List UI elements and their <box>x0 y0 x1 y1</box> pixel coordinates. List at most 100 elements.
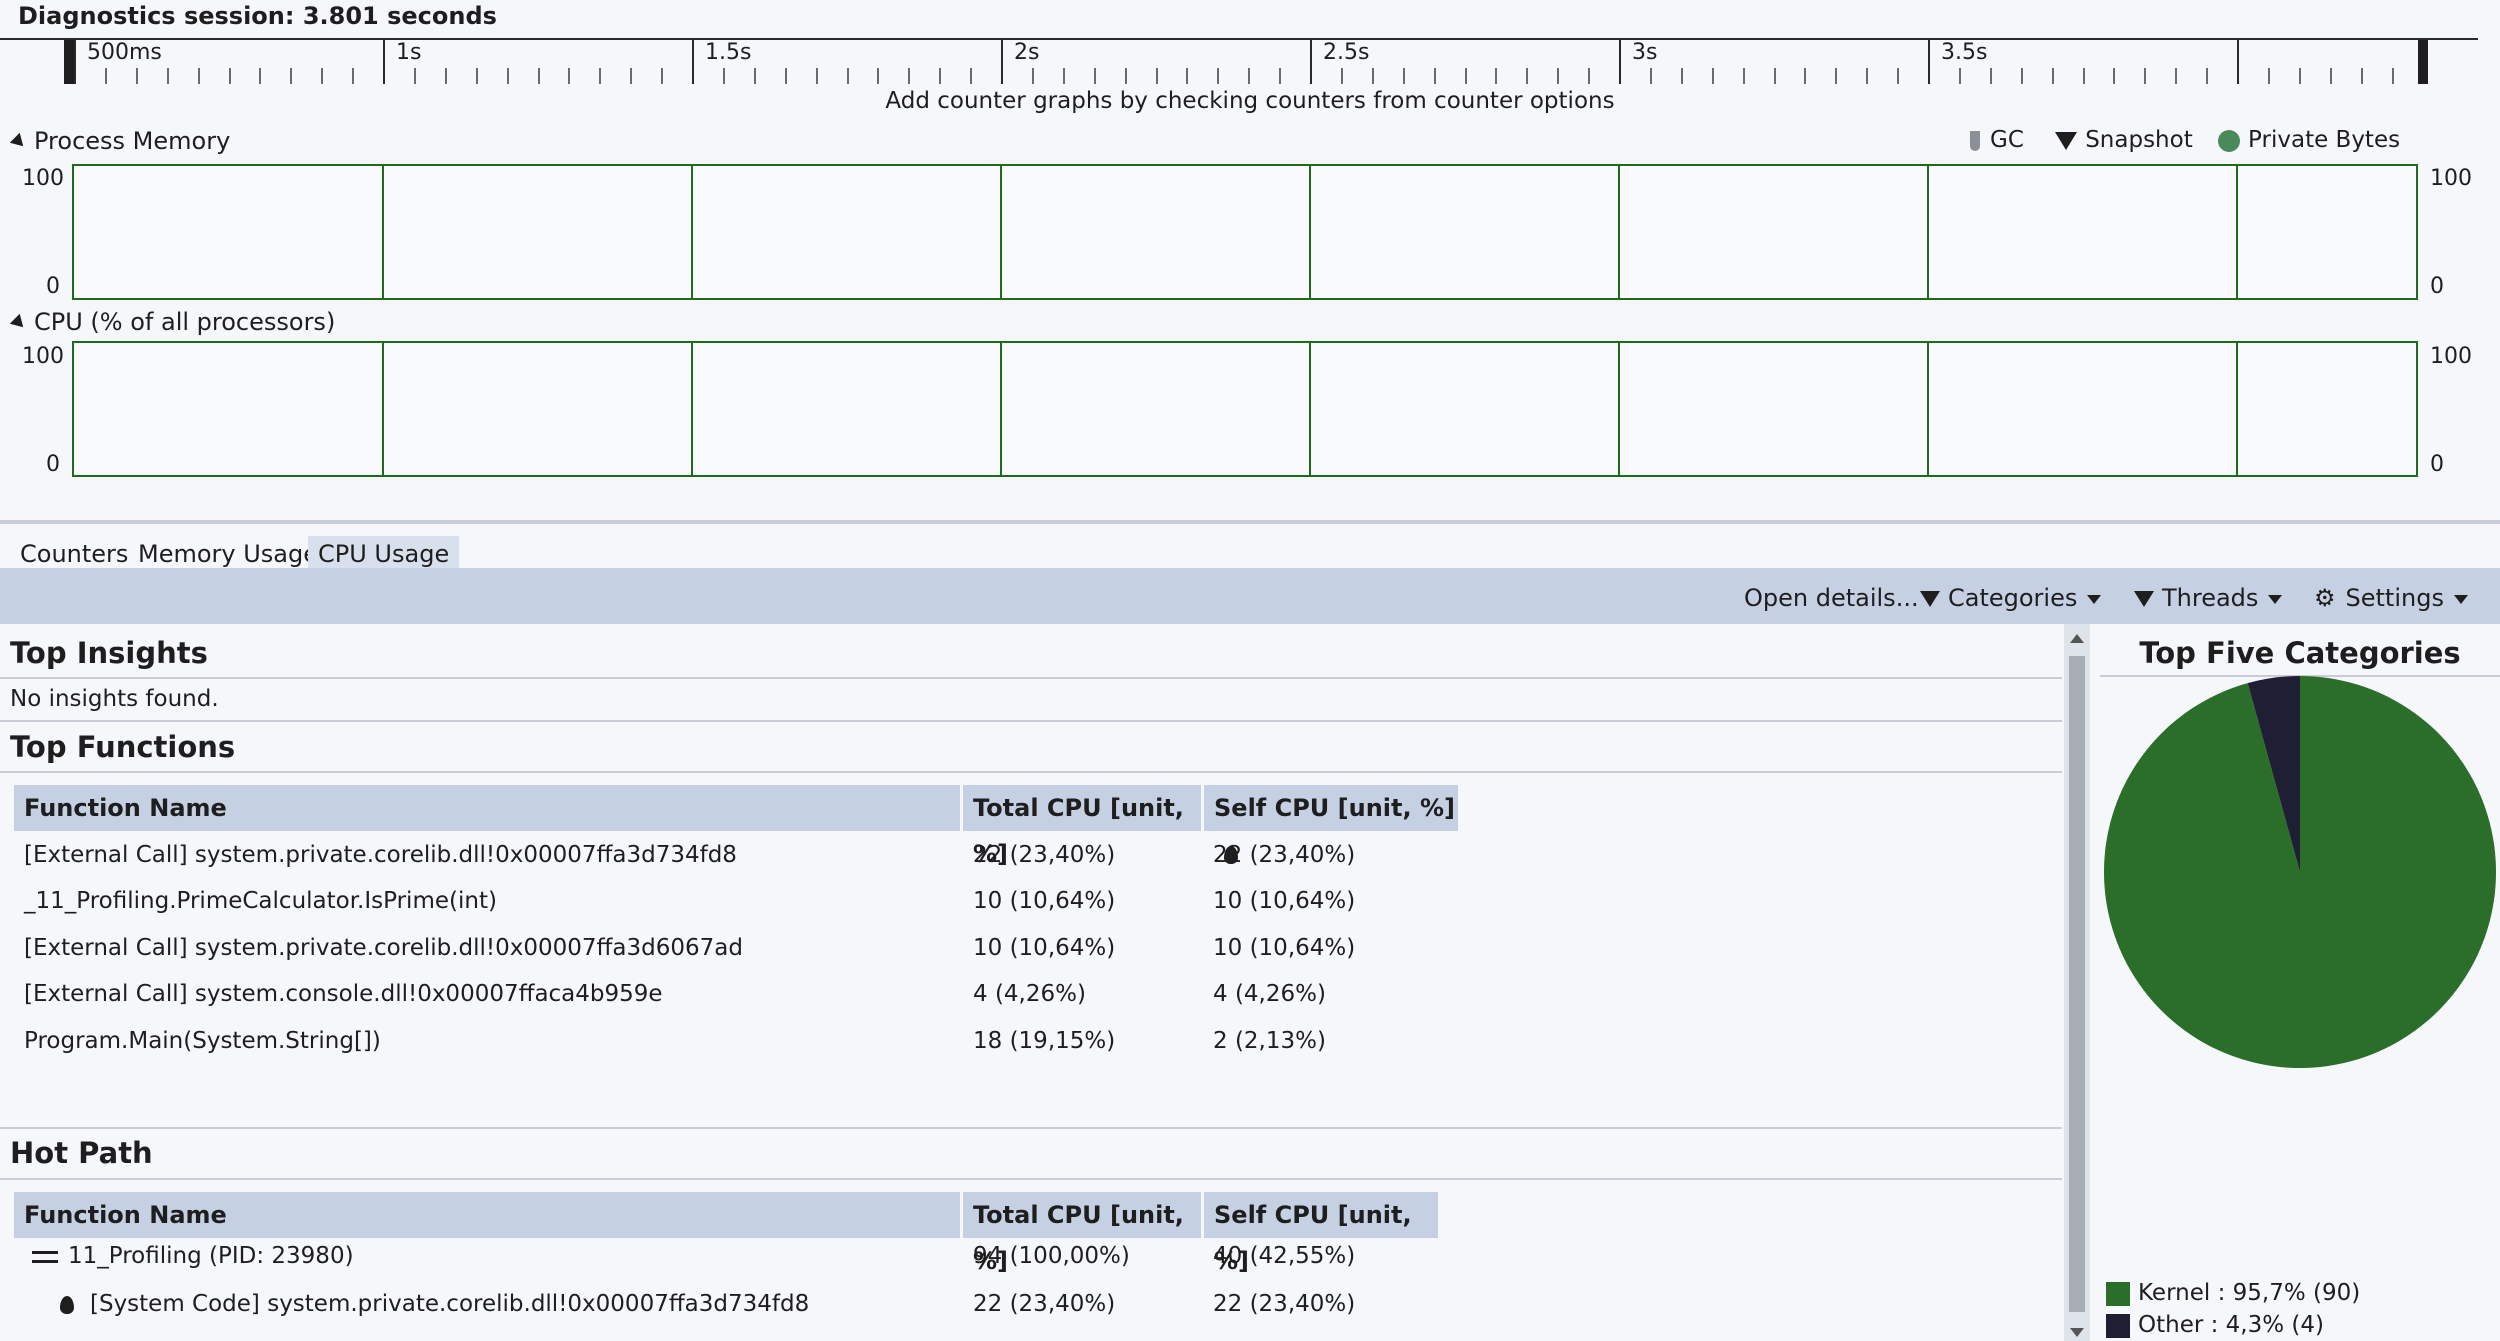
ruler-label: 1.5s <box>705 40 752 65</box>
ruler-minor-tick <box>1340 68 1343 84</box>
ruler-minor-tick <box>1124 68 1127 84</box>
categories-pie-chart[interactable] <box>2100 676 2500 1076</box>
ruler-minor-tick <box>846 68 849 84</box>
ruler-minor-tick <box>1402 68 1405 84</box>
private-bytes-icon <box>2218 129 2241 152</box>
ruler-minor-tick <box>1093 68 1096 84</box>
ruler-label: 2s <box>1014 40 1040 65</box>
top-insights-title: Top Insights <box>10 636 208 670</box>
ruler-minor-tick <box>413 68 416 84</box>
ruler-minor-tick <box>290 68 293 84</box>
ruler-major-tick <box>1001 38 1003 84</box>
function-name-cell[interactable]: Program.Main(System.String[]) <box>24 1028 381 1054</box>
ruler-minor-tick <box>2113 68 2116 84</box>
ruler-minor-tick <box>2298 68 2301 84</box>
column-self-cpu[interactable]: Self CPU [unit, %] <box>1204 785 1458 864</box>
cpu-graph[interactable] <box>72 341 2418 477</box>
cpu-axis-min-left: 0 <box>46 452 60 477</box>
ruler-minor-tick <box>2360 68 2363 84</box>
ruler-label: 3s <box>1632 40 1658 65</box>
ruler-minor-tick <box>444 68 447 84</box>
self-cpu-cell: 2 (2,13%) <box>1213 1028 1326 1054</box>
ruler-major-tick <box>383 38 385 84</box>
gear-icon: ⚙ <box>2314 584 2336 612</box>
memory-axis-min-right: 0 <box>2430 274 2444 299</box>
ruler-start-handle[interactable] <box>64 40 74 84</box>
ruler-minor-tick <box>1031 68 1034 84</box>
ruler-major-tick <box>1928 38 1930 84</box>
threads-filter-button[interactable]: Threads <box>2134 584 2283 612</box>
top-categories-title: Top Five Categories <box>2139 636 2461 670</box>
function-name-cell[interactable]: [External Call] system.private.corelib.d… <box>24 842 737 868</box>
ruler-minor-tick <box>475 68 478 84</box>
total-cpu-cell: 22 (23,40%) <box>973 842 1116 868</box>
ruler-major-tick <box>74 38 76 84</box>
chevron-down-icon <box>2087 594 2102 604</box>
function-name-cell[interactable]: _11_Profiling.PrimeCalculator.IsPrime(in… <box>24 888 497 914</box>
tree-row[interactable]: 11_Profiling (PID: 23980) <box>32 1243 354 1269</box>
tab-counters[interactable]: Counters <box>10 536 138 572</box>
graph-gridline <box>1309 343 1311 475</box>
ruler-label: 2.5s <box>1323 40 1370 65</box>
ruler-major-tick <box>2237 38 2239 84</box>
total-cpu-cell: 94 (100,00%) <box>973 1243 1130 1269</box>
ruler-minor-tick <box>1371 68 1374 84</box>
divider <box>0 1127 2062 1129</box>
tree-row[interactable]: [System Code] system.private.corelib.dll… <box>60 1291 809 1317</box>
categories-filter-button[interactable]: Categories <box>1920 584 2102 612</box>
function-name-cell[interactable]: [External Call] system.private.corelib.d… <box>24 935 743 961</box>
ruler-minor-tick <box>1526 68 1529 84</box>
ruler-minor-tick <box>2051 68 2054 84</box>
gc-legend-label: GC <box>1990 127 2024 153</box>
ruler-minor-tick <box>1557 68 1560 84</box>
total-cpu-cell: 10 (10,64%) <box>973 888 1116 914</box>
total-cpu-cell: 18 (19,15%) <box>973 1028 1116 1054</box>
process-memory-graph[interactable] <box>72 164 2418 300</box>
scroll-thumb[interactable] <box>2069 656 2085 1312</box>
ruler-end-handle[interactable] <box>2418 40 2428 84</box>
chevron-down-icon <box>2453 594 2468 604</box>
self-cpu-cell: 40 (42,55%) <box>1213 1243 1356 1269</box>
column-function-name[interactable]: Function Name <box>14 1192 960 1238</box>
scroll-down-icon[interactable] <box>2070 1328 2084 1337</box>
tab-memory-usage[interactable]: Memory Usage <box>128 536 328 572</box>
ruler-minor-tick <box>352 68 355 84</box>
self-cpu-cell: 22 (23,40%) <box>1213 1291 1356 1317</box>
ruler-minor-tick <box>1464 68 1467 84</box>
ruler-minor-tick <box>2082 68 2085 84</box>
settings-button[interactable]: ⚙ Settings <box>2314 584 2468 612</box>
legend-swatch-other <box>2106 1314 2130 1338</box>
memory-axis-max-left: 100 <box>22 166 64 191</box>
vertical-scrollbar[interactable] <box>2064 624 2090 1341</box>
ruler-major-tick <box>1619 38 1621 84</box>
tab-cpu-usage[interactable]: CPU Usage <box>308 536 460 572</box>
open-details-link[interactable]: Open details... <box>1744 584 1919 612</box>
scroll-up-icon[interactable] <box>2070 634 2084 643</box>
ruler-minor-tick <box>1433 68 1436 84</box>
self-cpu-cell: 4 (4,26%) <box>1213 981 1326 1007</box>
process-memory-title[interactable]: Process Memory <box>9 127 230 155</box>
ruler-minor-tick <box>104 68 107 84</box>
cpu-graph-title[interactable]: CPU (% of all processors) <box>9 308 335 336</box>
ruler-minor-tick <box>661 68 664 84</box>
ruler-minor-tick <box>2391 68 2394 84</box>
ruler-minor-tick <box>877 68 880 84</box>
self-cpu-cell: 10 (10,64%) <box>1213 888 1356 914</box>
graph-gridline <box>1309 166 1311 298</box>
column-self-cpu[interactable]: Self CPU [unit, %] <box>1204 1192 1438 1275</box>
graph-gridline <box>691 343 693 475</box>
column-function-name[interactable]: Function Name <box>14 785 960 831</box>
time-ruler[interactable]: 500ms 1s 1.5s 2s 2.5s 3s 3.5s <box>0 38 2478 84</box>
graph-gridline <box>2236 343 2238 475</box>
ruler-minor-tick <box>1866 68 1869 84</box>
legend-label-other: Other : 4,3% (4) <box>2138 1312 2324 1338</box>
graph-gridline <box>382 343 384 475</box>
ruler-minor-tick <box>166 68 169 84</box>
ruler-label: 1s <box>396 40 422 65</box>
column-total-cpu[interactable]: Total CPU [unit, %] <box>963 785 1199 868</box>
column-total-cpu[interactable]: Total CPU [unit, %] <box>963 1192 1199 1275</box>
ruler-minor-tick <box>1649 68 1652 84</box>
function-name-cell[interactable]: [External Call] system.console.dll!0x000… <box>24 981 663 1007</box>
snapshot-icon <box>2055 131 2078 150</box>
filter-icon <box>2134 591 2154 607</box>
